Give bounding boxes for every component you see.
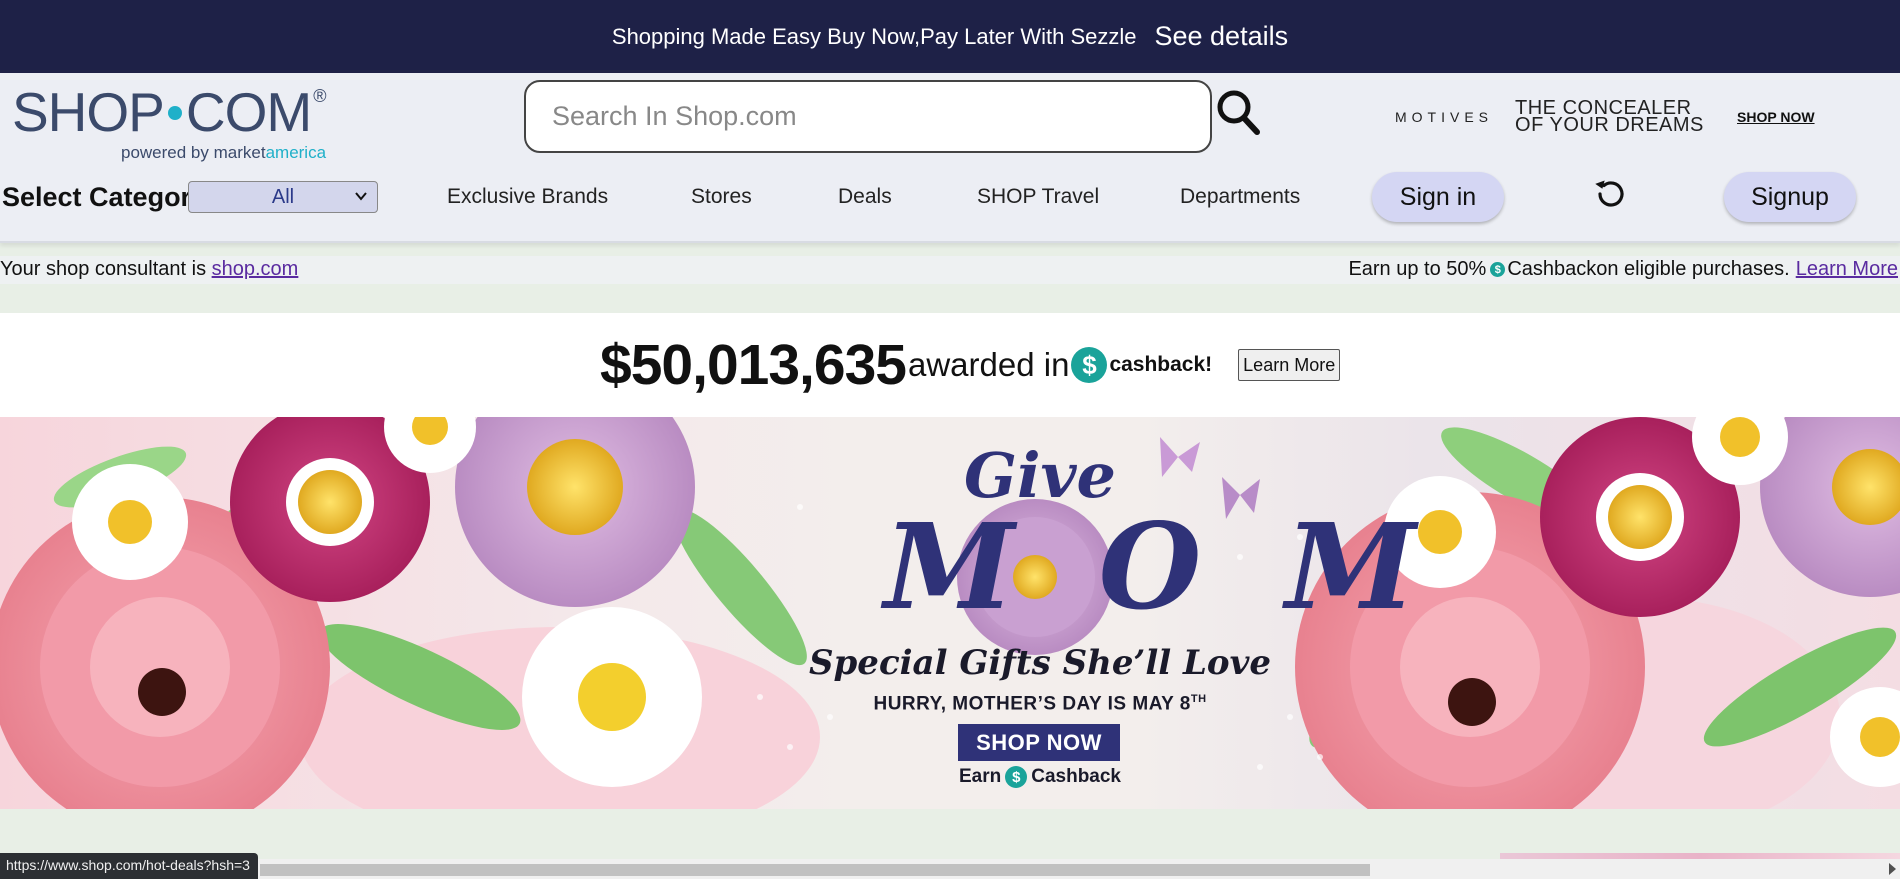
promo-bar: Shopping Made Easy Buy Now,Pay Later Wit… [0, 0, 1900, 73]
logo-registered-mark: ® [313, 86, 326, 106]
nav-deals[interactable]: Deals [838, 185, 892, 209]
promo-text: Shopping Made Easy Buy Now,Pay Later Wit… [611, 23, 1137, 49]
ad-brand: MOTIVES [1395, 109, 1494, 125]
cashback-word: cashback! [1109, 353, 1213, 376]
status-bar-url: https://www.shop.com/hot-deals?hsh=3 [0, 853, 258, 879]
signup-button[interactable]: Signup [1724, 172, 1856, 222]
logo-wordmark: SHOP COM ® [12, 85, 352, 140]
category-selected-value: All [271, 185, 295, 208]
nav-shop-travel[interactable]: SHOP Travel [977, 185, 1099, 209]
ad-tagline: THE CONCEALER OF YOUR DREAMS [1515, 97, 1704, 136]
consultant-info: Your shop consultant is shop.com [0, 258, 298, 281]
nav-departments[interactable]: Departments [1180, 185, 1300, 209]
shop-com-logo[interactable]: SHOP COM ® powered by marketamerica [12, 85, 352, 165]
mothers-day-banner[interactable]: Give MOM Special Gifts She’ll Love HURRY… [0, 417, 1900, 809]
consultant-link[interactable]: shop.com [212, 258, 299, 280]
consultant-bar: Your shop consultant is shop.com Earn up… [0, 256, 1900, 284]
scrollbar-thumb[interactable] [260, 864, 1370, 876]
cashback-learn-more-button[interactable]: Learn More [1238, 349, 1341, 381]
ad-shop-now-link[interactable]: SHOP NOW [1737, 109, 1815, 125]
consultant-prefix: Your shop consultant is [0, 258, 212, 280]
search-icon[interactable] [1215, 87, 1263, 139]
logo-dot-icon [167, 105, 182, 120]
banner-shop-now-button[interactable]: SHOP NOW [958, 724, 1120, 761]
cashback-stat: $50,013,635 awarded in $ cashback! Learn… [600, 313, 1341, 417]
cashback-learn-more-link[interactable]: Learn More [1796, 258, 1898, 281]
cashback-info: Earn up to 50% $ Cashbackon eligible pur… [1348, 258, 1898, 281]
cashback-prefix: Earn up to 50% [1348, 258, 1487, 280]
search-box [524, 80, 1212, 153]
logo-powered-by: powered by market [121, 143, 266, 162]
scroll-right-arrow-icon[interactable] [1889, 863, 1896, 875]
category-select[interactable]: All [188, 181, 378, 213]
horizontal-scrollbar[interactable] [0, 859, 1900, 879]
cashback-suffix: Cashbackon eligible purchases. [1507, 258, 1790, 280]
cashback-amount: $50,013,635 [600, 333, 907, 397]
see-details-link[interactable]: See details [1155, 21, 1289, 52]
search-input[interactable] [526, 82, 1210, 151]
cashback-coin-icon: $ [1490, 262, 1506, 277]
cashback-strip: $50,013,635 awarded in $ cashback! Learn… [0, 313, 1900, 417]
banner-hurry-sup: TH [1190, 693, 1207, 705]
banner-cashback-word: Cashback [1031, 766, 1122, 787]
banner-text: Give MOM Special Gifts She’ll Love HURRY… [800, 417, 1501, 809]
select-category-label: Select Category [2, 182, 207, 212]
refresh-icon[interactable] [1590, 174, 1630, 214]
cashback-awarded-text: awarded in [907, 346, 1070, 383]
banner-hurry-text: HURRY, MOTHER’S DAY IS MAY 8 [873, 693, 1191, 715]
logo-right: COM [185, 81, 312, 143]
logo-left: SHOP [12, 81, 165, 143]
banner-mom: MOM [884, 497, 1501, 636]
motives-ad[interactable]: MOTIVES THE CONCEALER OF YOUR DREAMS SHO… [1395, 97, 1815, 137]
chevron-down-icon [355, 192, 367, 201]
sign-in-button[interactable]: Sign in [1372, 172, 1504, 222]
logo-powered-by-accent: america [265, 143, 327, 162]
nav-stores[interactable]: Stores [691, 185, 752, 209]
dollar-coin-icon: $ [1005, 766, 1028, 788]
banner-earn-word: Earn [958, 766, 1002, 787]
banner-special-gifts: Special Gifts She’ll Love [808, 643, 1271, 683]
nav-exclusive-brands[interactable]: Exclusive Brands [447, 185, 608, 209]
banner-earn-cashback: Earn $ Cashback [800, 766, 1280, 788]
banner-hurry: HURRY, MOTHER’S DAY IS MAY 8TH [800, 693, 1280, 715]
dollar-coin-icon: $ [1071, 347, 1108, 383]
logo-tagline: powered by marketamerica [121, 143, 352, 163]
